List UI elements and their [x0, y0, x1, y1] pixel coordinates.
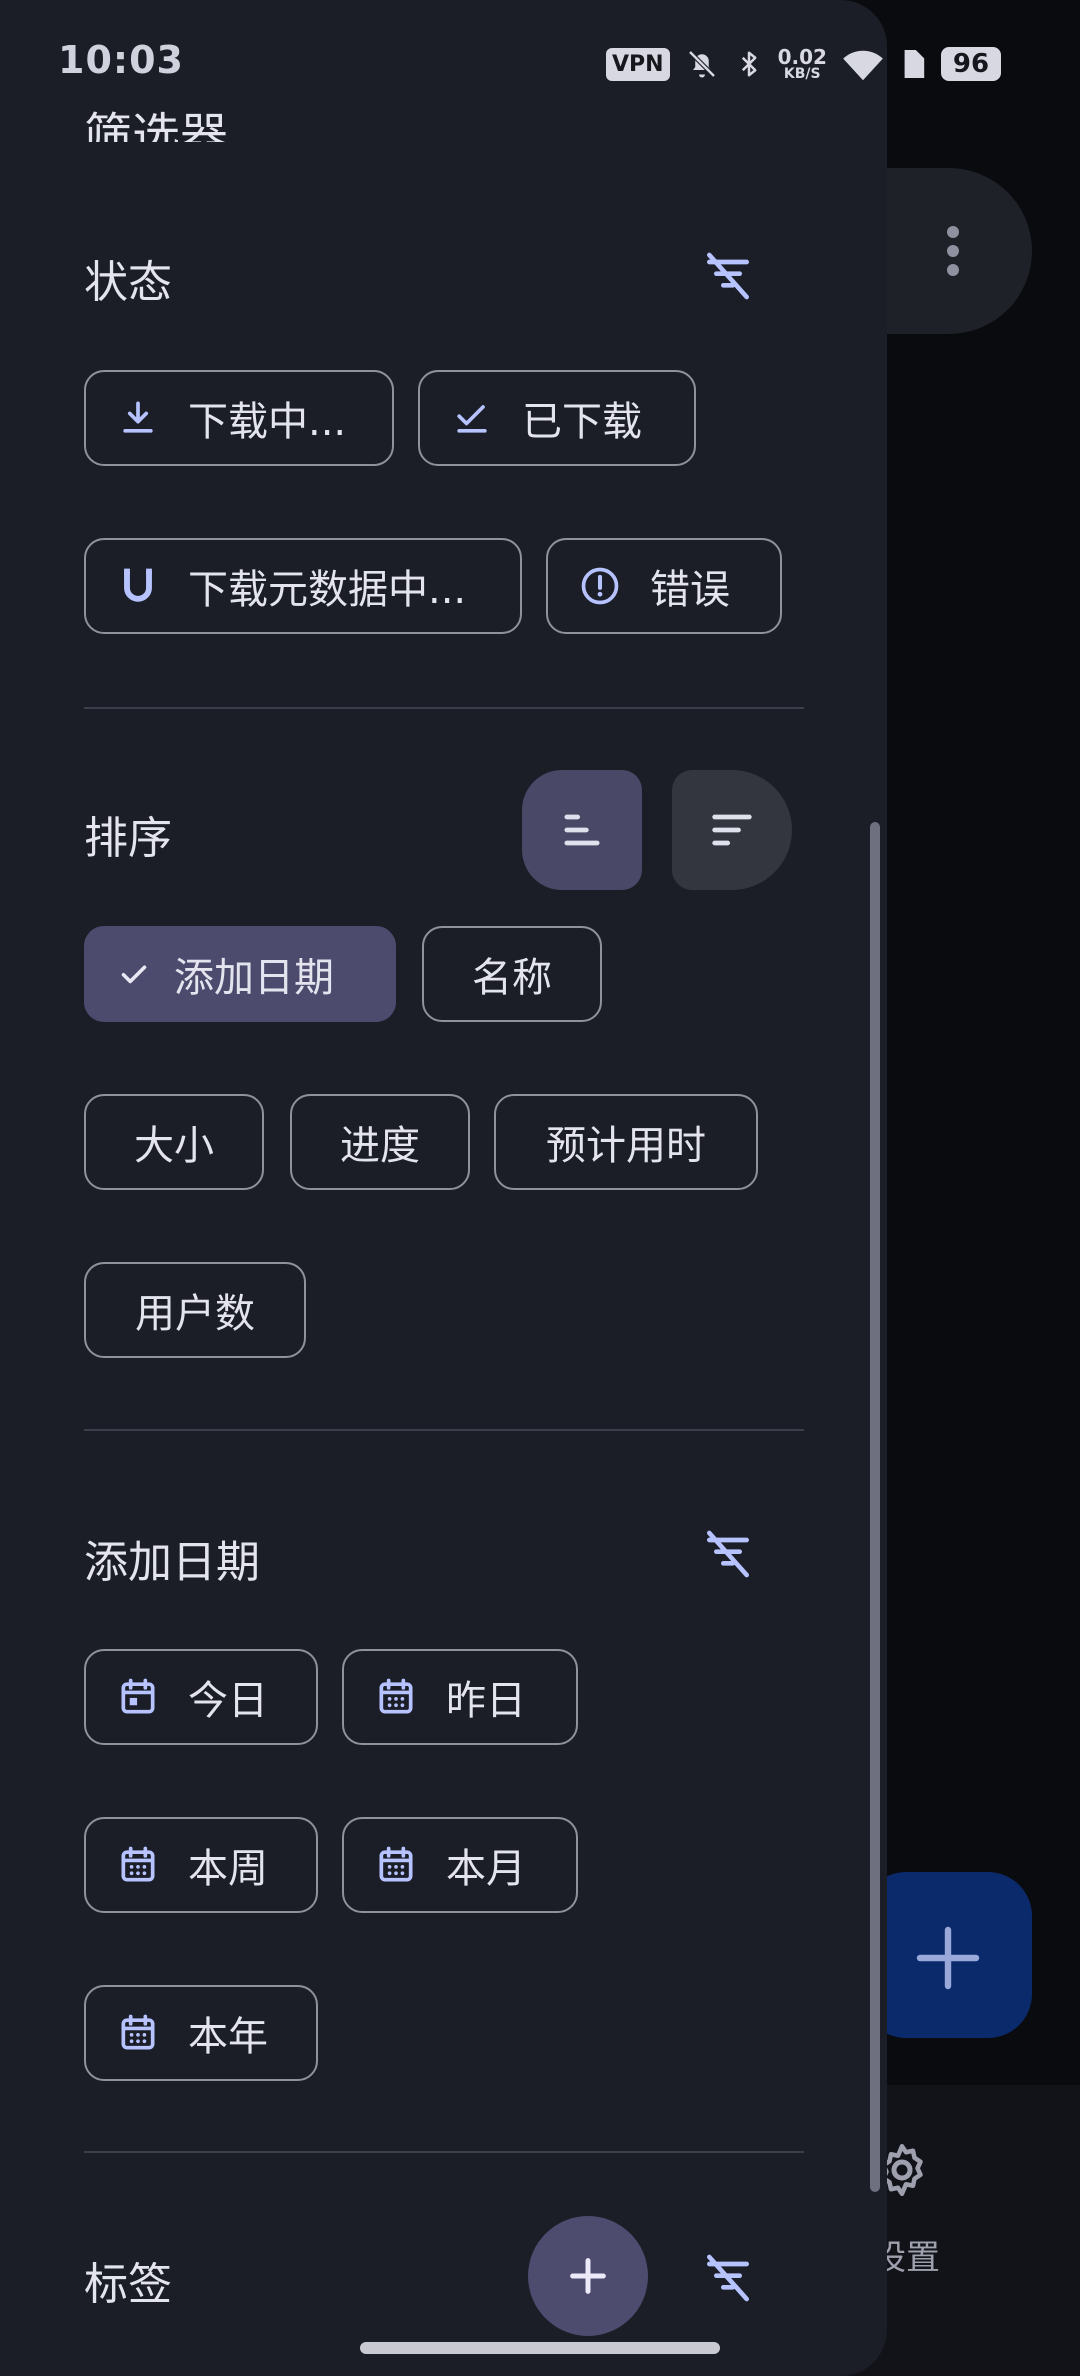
- chip-sort-progress[interactable]: 进度: [290, 1094, 470, 1190]
- sort-ascending-icon: [564, 814, 600, 846]
- chip-label: 名称: [472, 955, 552, 1001]
- calendar-today-icon: [121, 1678, 155, 1714]
- speed-value: 0.02: [777, 45, 827, 69]
- chip-label: 已下载: [522, 399, 642, 445]
- chip-sort-name[interactable]: 名称: [422, 926, 602, 1022]
- chip-sort-peers[interactable]: 用户数: [84, 1262, 306, 1358]
- more-options-icon: [946, 226, 960, 276]
- speed-unit: KB/S: [783, 66, 821, 82]
- plus-icon: [916, 1926, 980, 1990]
- chip-label: 昨日: [446, 1678, 526, 1724]
- chip-date-yesterday[interactable]: 昨日: [342, 1649, 578, 1745]
- chip-date-today[interactable]: 今日: [84, 1649, 318, 1745]
- download-icon: [123, 401, 153, 433]
- chip-downloading[interactable]: 下载中...: [84, 370, 394, 466]
- wifi-icon: [843, 50, 883, 81]
- chip-date-this-year[interactable]: 本年: [84, 1985, 318, 2081]
- chip-label: 今日: [188, 1678, 268, 1724]
- chip-date-this-week[interactable]: 本周: [84, 1817, 318, 1913]
- chip-label: 预计用时: [546, 1123, 706, 1169]
- chip-label: 本周: [188, 1846, 268, 1892]
- chip-date-this-month[interactable]: 本月: [342, 1817, 578, 1913]
- divider: [84, 1429, 804, 1431]
- network-speed: 0.02 KB/S: [778, 47, 827, 81]
- sort-ascending-button[interactable]: [522, 770, 642, 890]
- chip-label: 下载元数据中...: [188, 567, 467, 613]
- section-title-date-added: 添加日期: [84, 1537, 260, 1588]
- chip-downloaded[interactable]: 已下载: [418, 370, 696, 466]
- plus-icon: [570, 2258, 606, 2294]
- chip-label: 添加日期: [174, 955, 334, 1001]
- calendar-icon: [379, 1846, 413, 1882]
- battery-level: 96: [940, 47, 1002, 81]
- chip-label: 本年: [188, 2014, 268, 2060]
- add-tag-button[interactable]: [528, 2216, 648, 2336]
- calendar-icon: [121, 2014, 155, 2050]
- drawer-scrollbar[interactable]: [870, 822, 880, 2192]
- chip-downloading-metadata[interactable]: 下载元数据中...: [84, 538, 522, 634]
- chip-sort-date-added[interactable]: 添加日期: [84, 926, 396, 1022]
- sort-descending-icon: [712, 814, 752, 846]
- sim-card-icon: [904, 50, 925, 78]
- section-title-status: 状态: [84, 257, 172, 308]
- sort-descending-button[interactable]: [672, 770, 792, 890]
- chip-label: 本月: [446, 1846, 526, 1892]
- calendar-icon: [379, 1678, 413, 1714]
- error-circle-icon: [581, 567, 619, 605]
- clear-filter-icon[interactable]: [700, 2250, 756, 2306]
- chip-label: 错误: [650, 567, 730, 613]
- chip-error[interactable]: 错误: [546, 538, 782, 634]
- chip-label: 用户数: [135, 1291, 255, 1337]
- chip-sort-eta[interactable]: 预计用时: [494, 1094, 758, 1190]
- check-icon: [121, 965, 147, 984]
- bluetooth-icon: [741, 51, 757, 77]
- chip-label: 下载中...: [188, 399, 347, 445]
- screen: 设置 筛选器 状态 下载中... 已下载 下载元数据中... 错误 排序 添加日…: [0, 0, 1080, 2376]
- home-indicator[interactable]: [360, 2342, 720, 2354]
- divider: [84, 707, 804, 709]
- vpn-badge: VPN: [606, 47, 670, 81]
- filter-drawer: 筛选器 状态 下载中... 已下载 下载元数据中... 错误 排序 添加日期 名…: [0, 0, 887, 2376]
- chip-sort-size[interactable]: 大小: [84, 1094, 264, 1190]
- clear-filter-icon[interactable]: [700, 248, 756, 304]
- calendar-icon: [121, 1846, 155, 1882]
- status-bar: 10:03 VPN 0.02 KB/S 96: [0, 0, 1080, 120]
- magnet-icon: [124, 568, 152, 602]
- section-title-tags: 标签: [84, 2259, 172, 2310]
- status-time: 10:03: [58, 38, 184, 82]
- chip-label: 大小: [134, 1123, 214, 1169]
- status-icons: VPN 0.02 KB/S 96: [606, 40, 1002, 88]
- check-list-icon: [457, 405, 487, 433]
- bell-muted-icon: [687, 50, 716, 78]
- section-title-sort: 排序: [84, 813, 172, 864]
- clear-filter-icon[interactable]: [700, 1526, 756, 1582]
- chip-label: 进度: [340, 1123, 420, 1169]
- divider: [84, 2151, 804, 2153]
